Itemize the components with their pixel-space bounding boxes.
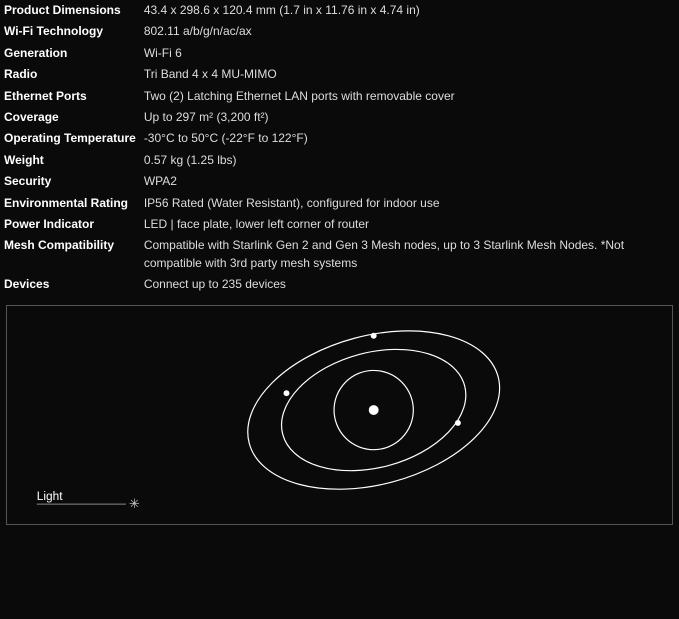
spec-row: Wi-Fi Technology802.11 a/b/g/n/ac/ax [0, 21, 679, 42]
spec-row: Weight0.57 kg (1.25 lbs) [0, 150, 679, 171]
spec-row: RadioTri Band 4 x 4 MU-MIMO [0, 64, 679, 85]
spec-label: Weight [0, 150, 140, 171]
spec-row: Environmental RatingIP56 Rated (Water Re… [0, 193, 679, 214]
spec-row: Product Dimensions43.4 x 298.6 x 120.4 m… [0, 0, 679, 21]
spec-label: Ethernet Ports [0, 86, 140, 107]
spec-label: Product Dimensions [0, 0, 140, 21]
spec-value: 802.11 a/b/g/n/ac/ax [140, 21, 679, 42]
spec-value: Two (2) Latching Ethernet LAN ports with… [140, 86, 679, 107]
spec-value: WPA2 [140, 171, 679, 192]
spec-label: Radio [0, 64, 140, 85]
spec-label: Wi-Fi Technology [0, 21, 140, 42]
spec-row: DevicesConnect up to 235 devices [0, 274, 679, 295]
spec-value: Wi-Fi 6 [140, 43, 679, 64]
spec-value: Up to 297 m² (3,200 ft²) [140, 107, 679, 128]
svg-text:Light: Light [37, 490, 63, 504]
spec-label: Power Indicator [0, 214, 140, 235]
spec-row: SecurityWPA2 [0, 171, 679, 192]
specs-table: Product Dimensions43.4 x 298.6 x 120.4 m… [0, 0, 679, 295]
spec-row: Mesh CompatibilityCompatible with Starli… [0, 235, 679, 274]
spec-row: GenerationWi-Fi 6 [0, 43, 679, 64]
spec-label: Environmental Rating [0, 193, 140, 214]
spec-label: Devices [0, 274, 140, 295]
spec-value: 0.57 kg (1.25 lbs) [140, 150, 679, 171]
spec-value: Connect up to 235 devices [140, 274, 679, 295]
spec-value: IP56 Rated (Water Resistant), configured… [140, 193, 679, 214]
spec-label: Operating Temperature [0, 128, 140, 149]
spec-value: Compatible with Starlink Gen 2 and Gen 3… [140, 235, 679, 274]
spec-value: -30°C to 50°C (-22°F to 122°F) [140, 128, 679, 149]
spec-row: Ethernet PortsTwo (2) Latching Ethernet … [0, 86, 679, 107]
spec-row: CoverageUp to 297 m² (3,200 ft²) [0, 107, 679, 128]
diagram-section: ✳ Light [6, 305, 673, 525]
spec-value: Tri Band 4 x 4 MU-MIMO [140, 64, 679, 85]
spec-value: LED | face plate, lower left corner of r… [140, 214, 679, 235]
spec-label: Security [0, 171, 140, 192]
spec-label: Generation [0, 43, 140, 64]
spec-label: Coverage [0, 107, 140, 128]
svg-text:✳: ✳ [129, 497, 140, 512]
spec-row: Power IndicatorLED | face plate, lower l… [0, 214, 679, 235]
spec-label: Mesh Compatibility [0, 235, 140, 274]
spec-value: 43.4 x 298.6 x 120.4 mm (1.7 in x 11.76 … [140, 0, 679, 21]
spec-row: Operating Temperature-30°C to 50°C (-22°… [0, 128, 679, 149]
